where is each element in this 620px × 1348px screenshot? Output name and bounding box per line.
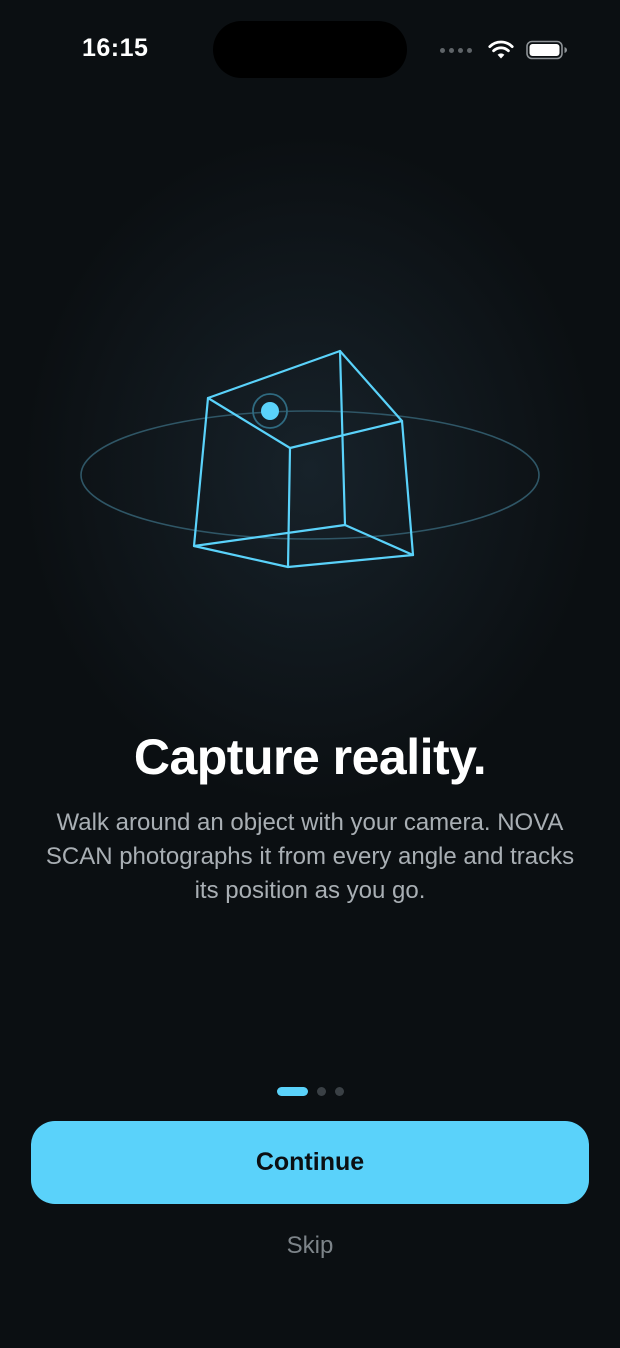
wifi-icon [488,40,514,59]
dynamic-island [213,21,407,78]
status-icons [440,38,568,62]
status-bar: 16:15 [0,0,620,100]
cellular-signal-icon [440,47,472,53]
battery-icon [526,40,567,60]
onboarding-headline: Capture reality. [133,729,487,785]
onboarding-description: Walk around an object with your camera. … [45,809,575,904]
continue-button[interactable]: Continue [31,1121,589,1204]
onboarding-screen: 16:15 Capture reality. Walk around an ob… [0,0,620,1348]
page-dot[interactable] [316,1086,326,1096]
skip-button[interactable]: Skip [230,1226,390,1266]
wireframe-cube-scan-icon [80,349,540,569]
page-dot[interactable] [334,1086,344,1096]
page-indicator[interactable] [0,1086,620,1096]
status-time: 16:15 [82,34,149,62]
page-dot-active[interactable] [276,1086,308,1096]
